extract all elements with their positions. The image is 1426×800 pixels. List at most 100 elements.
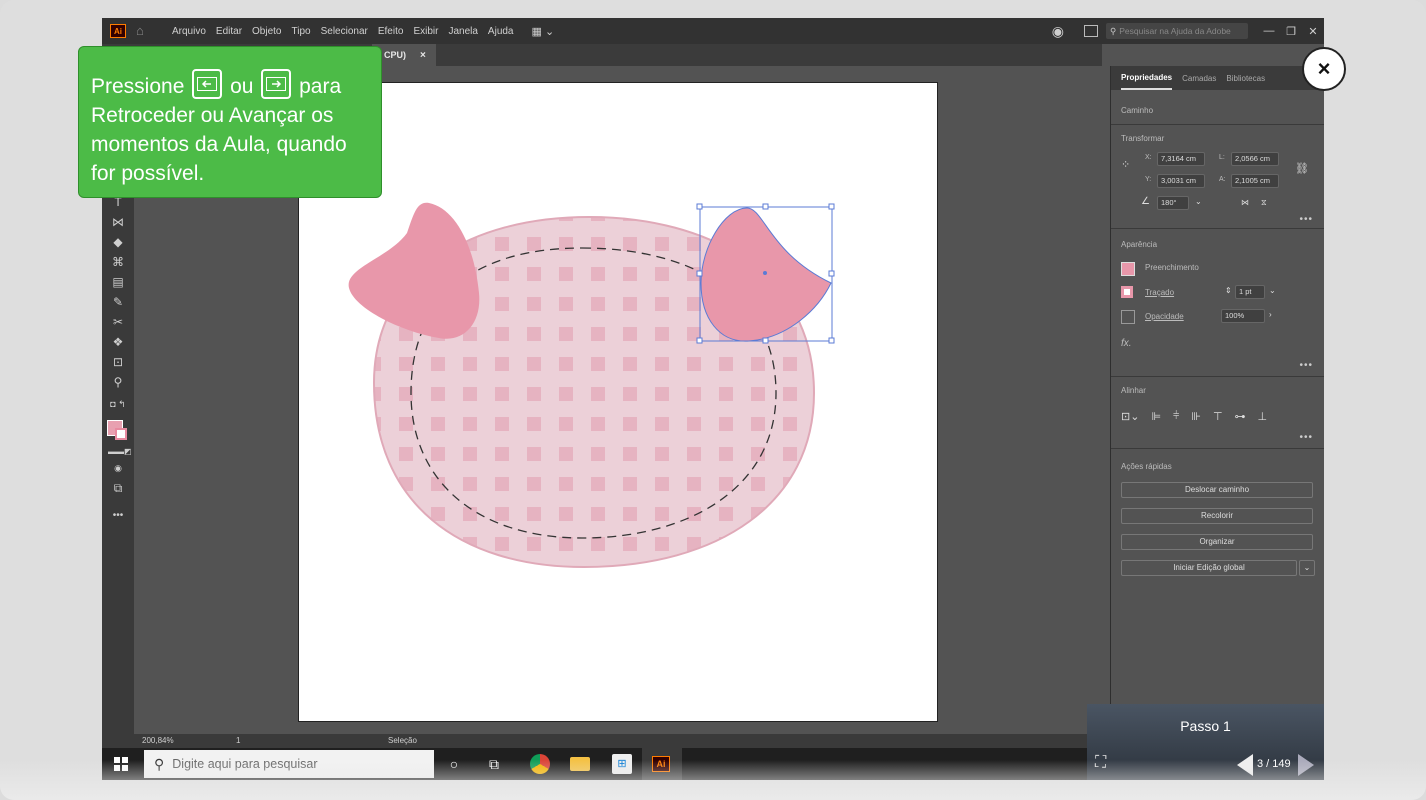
menu-efeito[interactable]: Efeito xyxy=(378,26,404,37)
flip-vertical-icon[interactable]: ⧖ xyxy=(1261,198,1267,208)
blend-tool-icon[interactable]: ✂ xyxy=(108,314,128,330)
artboard[interactable] xyxy=(298,82,938,722)
fx-button[interactable]: fx. xyxy=(1121,338,1132,349)
lesson-nav-panel: Passo 1 ⛶ 3 / 149 xyxy=(1087,704,1324,780)
menu-editar[interactable]: Editar xyxy=(216,26,242,37)
fill-color-swatch[interactable] xyxy=(1121,262,1135,276)
step-counter: 3 / 149 xyxy=(1257,758,1291,770)
workspace-switcher-icon[interactable]: ▦ ⌄ xyxy=(532,25,555,38)
global-edit-button[interactable]: Iniciar Edição global xyxy=(1121,560,1297,576)
stroke-weight-dropdown-icon[interactable]: ⌄ xyxy=(1269,286,1276,295)
stroke-stepper-icon[interactable]: ⇕ xyxy=(1225,286,1232,295)
zoom-level[interactable]: 200,84% xyxy=(142,736,174,745)
previous-step-icon[interactable] xyxy=(1237,754,1253,776)
opacity-arrow-icon[interactable]: › xyxy=(1269,310,1272,319)
menu-selecionar[interactable]: Selecionar xyxy=(321,26,368,37)
angle-dropdown-icon[interactable]: ⌄ xyxy=(1195,197,1202,206)
taskbar-search-input[interactable]: ⚲ Digite aqui para pesquisar xyxy=(144,750,434,778)
opacity-field[interactable]: 100% xyxy=(1221,309,1265,323)
current-tool-status: Seleção xyxy=(388,736,417,745)
close-overlay-button[interactable]: × xyxy=(1302,47,1346,91)
swap-colors-icon[interactable]: ◘ ↰ xyxy=(108,396,128,412)
angle-field[interactable]: 180° xyxy=(1157,196,1189,210)
eyedropper-tool-icon[interactable]: ✎ xyxy=(108,294,128,310)
menu-tipo[interactable]: Tipo xyxy=(292,26,311,37)
chrome-icon[interactable] xyxy=(530,754,550,774)
tab-camadas[interactable]: Camadas xyxy=(1182,68,1216,89)
reference-point-icon[interactable]: ⁘ xyxy=(1121,158,1130,171)
global-edit-dropdown-icon[interactable]: ⌄ xyxy=(1299,560,1315,576)
drawing-mode-icon[interactable]: ◉ xyxy=(108,460,128,476)
file-explorer-icon[interactable] xyxy=(570,757,590,771)
align-more-icon[interactable]: ••• xyxy=(1299,432,1313,443)
align-top-icon[interactable]: ⊤ xyxy=(1213,410,1223,423)
color-mode-icon[interactable]: ▬▬◩ xyxy=(108,444,132,460)
edit-toolbar-icon[interactable]: ••• xyxy=(108,508,128,524)
align-to-icon[interactable]: ⊡⌄ xyxy=(1121,410,1139,423)
stroke-color-swatch[interactable] xyxy=(1121,286,1133,298)
align-center-h-icon[interactable]: ⫩ xyxy=(1173,410,1179,423)
x-field[interactable]: 7,3164 cm xyxy=(1157,152,1205,166)
next-step-icon[interactable] xyxy=(1298,754,1314,776)
flip-horizontal-icon[interactable]: ⋈ xyxy=(1241,198,1249,207)
cortana-icon[interactable]: ○ xyxy=(444,754,464,774)
align-center-v-icon[interactable]: ⊶ xyxy=(1235,410,1246,423)
y-label: Y: xyxy=(1145,176,1152,183)
offset-path-button[interactable]: Deslocar caminho xyxy=(1121,482,1313,498)
menu-objeto[interactable]: Objeto xyxy=(252,26,281,37)
recolor-button[interactable]: Recolorir xyxy=(1121,508,1313,524)
store-icon[interactable]: ⊞ xyxy=(612,754,632,774)
height-field[interactable]: 2,1005 cm xyxy=(1231,174,1279,188)
illustrator-taskbar-button[interactable]: Ai xyxy=(642,748,682,780)
appearance-title: Aparência xyxy=(1121,240,1158,249)
y-field[interactable]: 3,0031 cm xyxy=(1157,174,1205,188)
arrange-panels-icon[interactable] xyxy=(1084,25,1098,37)
user-icon[interactable]: ◉ xyxy=(1052,23,1064,40)
divider xyxy=(1111,376,1324,377)
illustrator-taskbar-icon: Ai xyxy=(652,756,670,772)
minimize-icon[interactable]: — xyxy=(1258,25,1280,37)
artboard-number[interactable]: 1 xyxy=(236,736,240,745)
restore-icon[interactable]: ❐ xyxy=(1280,25,1302,38)
width-field[interactable]: 2,0566 cm xyxy=(1231,152,1279,166)
opacity-label[interactable]: Opacidade xyxy=(1145,312,1184,321)
lesson-frame: Ai ⌂ Arquivo Editar Objeto Tipo Selecion… xyxy=(0,0,1426,800)
arrange-button[interactable]: Organizar xyxy=(1121,534,1313,550)
align-right-icon[interactable]: ⊪ xyxy=(1191,410,1201,423)
eraser-tool-icon[interactable]: ◆ xyxy=(108,234,128,250)
navigation-hint-tooltip: Pressione ou para Retroceder ou Avançar … xyxy=(78,46,382,198)
task-view-icon[interactable]: ⧉ xyxy=(484,754,504,774)
fullscreen-icon[interactable]: ⛶ xyxy=(1095,754,1106,772)
home-icon[interactable]: ⌂ xyxy=(136,24,150,38)
symbol-sprayer-tool-icon[interactable]: ❖ xyxy=(108,334,128,350)
help-search-input[interactable]: ⚲ Pesquisar na Ajuda da Adobe xyxy=(1106,23,1248,39)
transform-more-icon[interactable]: ••• xyxy=(1299,214,1313,225)
gradient-tool-icon[interactable]: ▤ xyxy=(108,274,128,290)
close-window-icon[interactable]: ✕ xyxy=(1302,25,1324,38)
zoom-tool-icon[interactable]: ⚲ xyxy=(108,374,128,390)
reflect-tool-icon[interactable]: ⋈ xyxy=(108,214,128,230)
stroke-label[interactable]: Traçado xyxy=(1145,288,1174,297)
h-label: A: xyxy=(1219,176,1226,183)
appearance-more-icon[interactable]: ••• xyxy=(1299,360,1313,371)
w-label: L: xyxy=(1219,154,1225,161)
next-key-icon xyxy=(261,69,292,99)
divider xyxy=(1111,124,1324,125)
screen-mode-icon[interactable]: ⧉ xyxy=(108,480,128,496)
artboard-tool-icon[interactable]: ⊡ xyxy=(108,354,128,370)
menu-arquivo[interactable]: Arquivo xyxy=(172,26,206,37)
menu-janela[interactable]: Janela xyxy=(448,26,477,37)
align-left-icon[interactable]: ⊫ xyxy=(1151,410,1161,423)
windows-start-icon[interactable] xyxy=(114,757,128,771)
stroke-swatch[interactable] xyxy=(115,428,127,440)
menu-exibir[interactable]: Exibir xyxy=(413,26,438,37)
align-bottom-icon[interactable]: ⊥ xyxy=(1258,410,1268,423)
close-tab-icon[interactable]: × xyxy=(420,50,426,61)
tab-bibliotecas[interactable]: Bibliotecas xyxy=(1226,68,1265,89)
free-transform-tool-icon[interactable]: ⌘ xyxy=(108,254,128,270)
constrain-proportions-icon[interactable]: ⛓ xyxy=(1295,162,1309,175)
menu-ajuda[interactable]: Ajuda xyxy=(488,26,514,37)
left-ear[interactable] xyxy=(348,202,480,339)
tab-propriedades[interactable]: Propriedades xyxy=(1121,67,1173,90)
stroke-weight-field[interactable]: 1 pt xyxy=(1235,285,1265,299)
